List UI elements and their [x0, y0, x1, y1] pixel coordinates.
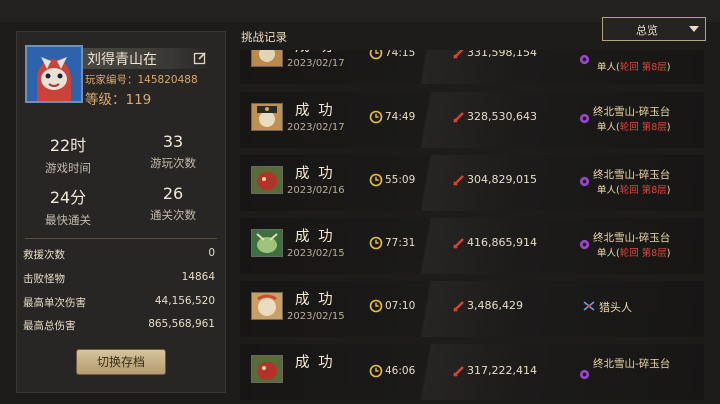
- record-hunter: 猎头人: [599, 301, 632, 314]
- swirl-icon: [579, 176, 590, 187]
- stats-divider: [25, 238, 217, 239]
- stats-grid: 22时 游戏时间 33 游玩次数 24分 最快通关 26 通关次数: [17, 124, 225, 231]
- player-avatar[interactable]: [25, 45, 83, 103]
- stat-value: 22时: [49, 136, 87, 155]
- record-damage: 416,865,914: [467, 236, 537, 249]
- record-damage: 328,530,643: [467, 110, 537, 123]
- stat-fastest-clear: 24分 最快通关: [23, 184, 113, 228]
- record-damage: 331,598,154: [467, 50, 537, 59]
- sword-icon: [453, 112, 464, 123]
- record-row[interactable]: 成 功 2023/02/15 07:10 3,486,429 猎头人: [240, 281, 704, 337]
- sword-icon: [453, 238, 464, 249]
- record-date: 2023/02/15: [287, 311, 345, 322]
- record-result: 成 功: [295, 50, 335, 56]
- record-result: 成 功: [295, 229, 335, 245]
- record-stage: 终北雪山-碎玉台: [593, 358, 671, 370]
- detail-label: 救援次数: [23, 249, 65, 261]
- challenge-record-screen: 刘得青山在 玩家编号：145820488 等级：119 22时 游戏时间 33 …: [0, 0, 720, 404]
- player-level: 等级：119: [85, 92, 152, 108]
- swirl-icon: [579, 239, 590, 250]
- stat-label: 游玩次数: [150, 156, 196, 170]
- record-list[interactable]: 成 功 2023/02/17 74:15 331,598,154 单人(轮回 第…: [240, 50, 704, 404]
- record-time: 74:49: [385, 111, 416, 123]
- player-name: 刘得青山在: [87, 52, 157, 68]
- clock-icon: [369, 110, 383, 124]
- detail-value: 44,156,520: [154, 295, 215, 307]
- stat-value: 33: [162, 132, 184, 151]
- boss-thumbnail: [251, 166, 283, 194]
- record-row[interactable]: 成 功 2023/02/17 74:49 328,530,643 终北雪山-碎玉…: [240, 92, 704, 148]
- record-damage: 3,486,429: [467, 299, 523, 312]
- clock-icon: [369, 50, 383, 60]
- swirl-icon: [579, 369, 590, 380]
- detail-value: 14864: [181, 271, 215, 283]
- stat-play-time: 22时 游戏时间: [23, 132, 113, 176]
- detail-label: 击败怪物: [23, 273, 65, 285]
- sword-icon: [453, 301, 464, 312]
- stat-label: 最快通关: [45, 213, 91, 227]
- edit-icon[interactable]: [193, 51, 207, 65]
- detail-label: 最高单次伤害: [23, 297, 86, 309]
- record-stage: 终北雪山-碎玉台: [593, 169, 671, 181]
- record-mode: 单人(轮回 第8层): [597, 248, 671, 259]
- record-row[interactable]: 成 功 46:06 317,222,414 终北雪山-碎玉台: [240, 344, 704, 400]
- record-stage: 终北雪山-碎玉台: [593, 106, 671, 118]
- record-date: 2023/02/17: [287, 58, 345, 69]
- record-stage: 终北雪山-碎玉台: [593, 232, 671, 244]
- filter-selected: 总览: [636, 24, 658, 37]
- record-date: 2023/02/16: [287, 185, 345, 196]
- detail-value: 0: [208, 247, 215, 259]
- record-result: 成 功: [295, 292, 335, 308]
- caret-down-icon: [689, 26, 699, 32]
- sword-icon: [453, 50, 464, 59]
- boss-thumbnail: [251, 355, 283, 383]
- record-time: 77:31: [385, 237, 416, 249]
- stat-play-count: 33 游玩次数: [128, 132, 218, 171]
- record-date: 2023/02/15: [287, 248, 345, 259]
- record-time: 46:06: [385, 365, 416, 377]
- boss-thumbnail: [251, 229, 283, 257]
- record-time: 55:09: [385, 174, 416, 186]
- record-damage: 317,222,414: [467, 364, 537, 377]
- profile-panel: 刘得青山在 玩家编号：145820488 等级：119 22时 游戏时间 33 …: [16, 31, 226, 393]
- record-date: 2023/02/17: [287, 122, 345, 133]
- section-title: 挑战记录: [241, 30, 287, 44]
- clock-icon: [369, 299, 383, 313]
- detail-value: 865,568,961: [148, 318, 215, 330]
- stat-value: 26: [162, 184, 184, 203]
- stat-value: 24分: [49, 188, 87, 207]
- record-row[interactable]: 成 功 2023/02/16 55:09 304,829,015 终北雪山-碎玉…: [240, 155, 704, 211]
- detail-label: 最高总伤害: [23, 320, 76, 332]
- sword-icon: [453, 175, 464, 186]
- record-result: 成 功: [295, 166, 335, 182]
- record-result: 成 功: [295, 103, 335, 119]
- record-mode: 单人(轮回 第8层): [597, 122, 671, 133]
- clock-icon: [369, 173, 383, 187]
- stat-label: 游戏时间: [45, 161, 91, 175]
- stat-label: 通关次数: [150, 208, 196, 222]
- record-result: 成 功: [295, 355, 335, 371]
- swirl-icon: [579, 54, 590, 65]
- switch-save-button[interactable]: 切换存档: [76, 349, 166, 375]
- clock-icon: [369, 236, 383, 250]
- record-damage: 304,829,015: [467, 173, 537, 186]
- sword-icon: [453, 366, 464, 377]
- record-row[interactable]: 成 功 2023/02/17 74:15 331,598,154 单人(轮回 第…: [240, 50, 704, 84]
- clock-icon: [369, 364, 383, 378]
- swirl-icon: [579, 113, 590, 124]
- boss-thumbnail: [251, 103, 283, 131]
- record-time: 74:15: [385, 50, 416, 59]
- record-row[interactable]: 成 功 2023/02/15 77:31 416,865,914 终北雪山-碎玉…: [240, 218, 704, 274]
- record-time: 07:10: [385, 300, 416, 312]
- record-mode: 单人(轮回 第8层): [597, 62, 671, 73]
- crossed-blades-icon: [583, 301, 595, 311]
- stat-clear-count: 26 通关次数: [128, 184, 218, 223]
- filter-dropdown[interactable]: 总览: [602, 17, 706, 41]
- boss-thumbnail: [251, 50, 283, 67]
- boss-thumbnail: [251, 292, 283, 320]
- record-mode: 单人(轮回 第8层): [597, 185, 671, 196]
- player-id: 玩家编号：145820488: [85, 74, 198, 86]
